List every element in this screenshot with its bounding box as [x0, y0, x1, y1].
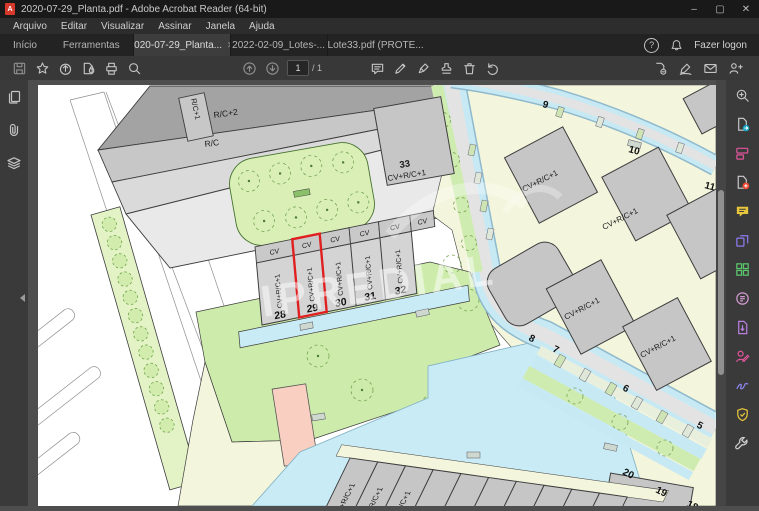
scrollbar-thumb[interactable]: [718, 190, 724, 375]
title-bar: A 2020-07-29_Planta.pdf - Adobe Acrobat …: [0, 0, 759, 18]
left-panel-rail: [0, 80, 28, 506]
save-button[interactable]: [8, 58, 31, 78]
fill-sign-tool-icon[interactable]: [733, 376, 753, 394]
previous-page-button[interactable]: [238, 58, 261, 78]
minimize-button[interactable]: –: [681, 0, 707, 18]
acrobat-app-icon: A: [5, 3, 15, 15]
search-button[interactable]: [123, 58, 146, 78]
vertical-scrollbar[interactable]: [716, 80, 726, 506]
maximize-button[interactable]: ▢: [707, 0, 733, 18]
pencil-edit-button[interactable]: [389, 58, 412, 78]
export-convert-button[interactable]: [649, 58, 672, 78]
share-upload-button[interactable]: [54, 58, 77, 78]
notifications-bell-icon[interactable]: [670, 39, 683, 52]
doc-tab-planta-label: 2020-07-29_Planta...: [133, 40, 222, 51]
scan-ocr-icon[interactable]: [733, 289, 753, 307]
layers-icon[interactable]: [4, 154, 24, 172]
sign-in-link[interactable]: Fazer logon: [694, 40, 747, 51]
menu-bar: Arquivo Editar Visualizar Assinar Janela…: [0, 18, 759, 34]
page-number-input[interactable]: 1: [287, 60, 309, 76]
window-title: 2020-07-29_Planta.pdf - Adobe Acrobat Re…: [21, 4, 267, 15]
page-thumbnails-icon[interactable]: [4, 88, 24, 106]
request-signatures-icon[interactable]: [733, 347, 753, 365]
pen-sign-button[interactable]: [674, 58, 697, 78]
menu-arquivo[interactable]: Arquivo: [6, 21, 54, 32]
help-icon[interactable]: ?: [644, 38, 659, 53]
edit-pdf-icon[interactable]: [733, 144, 753, 162]
protect-pdf-icon[interactable]: [733, 405, 753, 423]
doc-tab-planta[interactable]: 2020-07-29_Planta... ✕: [133, 34, 230, 56]
lot33-number: 33: [399, 158, 411, 171]
tools-panel-rail: [726, 80, 759, 506]
export-pdf-icon[interactable]: [733, 115, 753, 133]
comment-tool-icon[interactable]: [733, 202, 753, 220]
next-page-button[interactable]: [261, 58, 284, 78]
tab-home[interactable]: Início: [0, 34, 50, 56]
left-panel-collapse-arrow[interactable]: [20, 294, 25, 302]
document-area: R/C+1 R/C+2 R/C: [0, 80, 759, 506]
organize-pages-icon[interactable]: [733, 260, 753, 278]
menu-visualizar[interactable]: Visualizar: [94, 21, 151, 32]
menu-ajuda[interactable]: Ajuda: [242, 21, 282, 32]
share-people-button[interactable]: [724, 58, 747, 78]
site-plan-drawing: R/C+1 R/C+2 R/C: [38, 85, 716, 506]
doc-tab-lote33[interactable]: Lote33.pdf (PROTE...: [327, 34, 424, 56]
doc-tab-lotes-label: 2022-02-09_Lotes-...: [232, 40, 325, 51]
label-rc: R/C: [204, 137, 220, 149]
create-pdf-icon[interactable]: [733, 173, 753, 191]
doc-tab-lote33-label: Lote33.pdf (PROTE...: [328, 40, 424, 51]
stamp-button[interactable]: [435, 58, 458, 78]
email-button[interactable]: [699, 58, 722, 78]
favorite-star-button[interactable]: [31, 58, 54, 78]
pdf-page-canvas[interactable]: R/C+1 R/C+2 R/C: [38, 85, 716, 506]
acrobat-reader-window: { "window": { "title": "2020-07-29_Plant…: [0, 0, 759, 506]
combine-files-icon[interactable]: [733, 231, 753, 249]
search-zoom-icon[interactable]: [733, 86, 753, 104]
attachments-paperclip-icon[interactable]: [4, 121, 24, 139]
comment-button[interactable]: [366, 58, 389, 78]
file-lock-button[interactable]: [77, 58, 100, 78]
print-button[interactable]: [100, 58, 123, 78]
menu-janela[interactable]: Janela: [199, 21, 242, 32]
delete-trash-button[interactable]: [458, 58, 481, 78]
doc-tab-lotes[interactable]: 2022-02-09_Lotes-...: [230, 34, 327, 56]
tab-bar: Início Ferramentas 2020-07-29_Planta... …: [0, 34, 759, 56]
page-count-label: / 1: [312, 63, 322, 73]
fill-sign-button[interactable]: [412, 58, 435, 78]
close-button[interactable]: ✕: [733, 0, 759, 18]
undo-button[interactable]: [481, 58, 504, 78]
main-toolbar: 1 / 1: [0, 56, 759, 80]
menu-assinar[interactable]: Assinar: [151, 21, 198, 32]
compress-pdf-icon[interactable]: [733, 318, 753, 336]
tab-tools[interactable]: Ferramentas: [50, 34, 133, 56]
more-tools-wrench-icon[interactable]: [733, 434, 753, 452]
menu-editar[interactable]: Editar: [54, 21, 94, 32]
